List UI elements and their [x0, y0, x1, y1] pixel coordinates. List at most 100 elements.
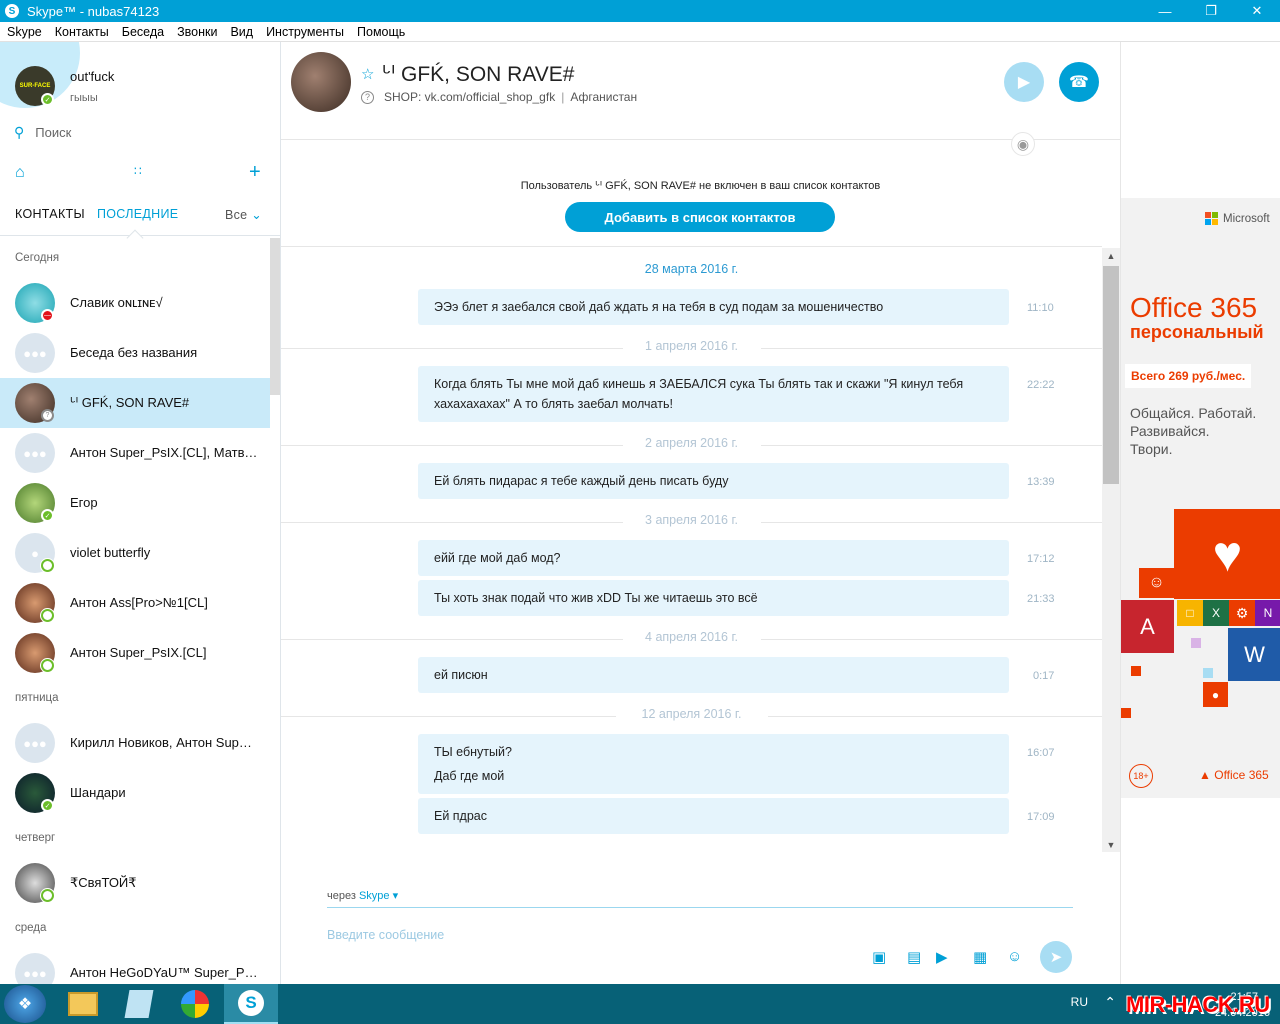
message-bubble[interactable]: Ей блять пидарас я тебе каждый день писа… — [418, 463, 1009, 499]
contact-location: Афганистан — [570, 90, 638, 104]
list-item[interactable]: ✓ Шандари — [0, 768, 270, 818]
tray-chevron-icon[interactable]: ⌃ — [1104, 994, 1116, 1024]
recent-list: Сегодня — Славик ᴏɴʟɪɴᴇ√ ●●● Беседа без … — [0, 238, 270, 984]
list-item[interactable]: ✓ Егор — [0, 478, 270, 528]
start-button[interactable]: ❖ — [4, 985, 46, 1023]
status-offline-icon — [41, 889, 54, 902]
chat-scrollbar[interactable]: ▲ ▼ — [1102, 248, 1120, 852]
status-online-icon: ✓ — [41, 93, 54, 106]
message-bubble[interactable]: Ты хоть знак подай что жив xDD Ты же чит… — [418, 580, 1009, 616]
add-icon[interactable]: + — [249, 161, 261, 184]
menu-view[interactable]: Вид — [230, 25, 253, 39]
message-bubble[interactable]: ейй где мой даб мод? — [418, 540, 1009, 576]
scroll-up-icon[interactable]: ▲ — [1102, 248, 1120, 263]
send-image-icon[interactable]: ▣ — [872, 948, 886, 966]
list-item[interactable]: Антон Super_PsIX.[CL] — [0, 628, 270, 678]
explorer-taskbar-icon[interactable] — [56, 984, 110, 1024]
message-bubble[interactable]: Когда блять Ты мне мой даб кинешь я ЗАЕБ… — [418, 366, 1009, 422]
maximize-button[interactable]: ❐ — [1188, 0, 1234, 22]
scroll-down-icon[interactable]: ▼ — [1102, 837, 1120, 852]
message-bubble[interactable]: Ей пдрас — [418, 798, 1009, 834]
globe-icon[interactable]: ◉ — [1011, 132, 1035, 156]
list-item[interactable]: ₹СвяТОЙ₹ — [0, 858, 270, 908]
list-item[interactable]: ●●● Беседа без названия — [0, 328, 270, 378]
video-call-button[interactable]: ▶︎ — [1004, 62, 1044, 102]
message-input[interactable]: Введите сообщение — [327, 928, 444, 942]
ad-edition: персональный — [1130, 322, 1264, 342]
status-online-icon: ✓ — [41, 799, 54, 812]
message-time: 22:22 — [1027, 379, 1055, 391]
home-icon[interactable]: ⌂ — [15, 164, 25, 182]
message-text: ейй где мой даб мод? — [434, 551, 561, 565]
contact-name: Шандари — [70, 785, 126, 800]
status-online-icon: ✓ — [41, 509, 54, 522]
skype-taskbar-icon[interactable]: S — [224, 984, 278, 1024]
app-taskbar-icon[interactable] — [168, 984, 222, 1024]
message-time: 21:33 — [1027, 593, 1055, 605]
via-selector[interactable]: через Skype ▾ — [327, 889, 398, 902]
filter-dropdown[interactable]: Все ⌄ — [225, 207, 262, 222]
sidebar-scrollbar[interactable] — [270, 238, 280, 395]
onenote-tile-icon: N — [1255, 600, 1280, 626]
send-contact-icon[interactable]: ▦ — [973, 948, 987, 966]
list-item-selected[interactable]: ? ᒡᑊ GFḰ, SON RAVE# — [0, 378, 270, 428]
menu-contacts[interactable]: Контакты — [55, 25, 109, 39]
contact-tabs: КОНТАКТЫ ПОСЛЕДНИЕ Все ⌄ — [0, 202, 280, 247]
list-item[interactable]: ● violet butterfly — [0, 528, 270, 578]
close-button[interactable]: ✕ — [1234, 0, 1280, 22]
section-friday: пятница — [15, 692, 59, 704]
contact-mood: SHOP: vk.com/official_shop_gfk — [384, 90, 556, 104]
send-file-icon[interactable]: ▤ — [907, 948, 921, 966]
status-dnd-icon: — — [41, 309, 54, 322]
message-bubble[interactable]: ей писюн — [418, 657, 1009, 693]
contact-name: Беседа без названия — [70, 345, 198, 360]
minimize-button[interactable]: — — [1142, 0, 1188, 22]
menu-conversation[interactable]: Беседа — [122, 25, 164, 39]
message-bubble[interactable]: ТЫ ебнутый? Даб где мой — [418, 734, 1009, 794]
contact-name: Антон Super_PsIX.[CL] — [70, 645, 207, 660]
profile-mood: гыыы — [70, 92, 98, 104]
list-item[interactable]: ●●● Кирилл Новиков, Антон Supe… — [0, 718, 270, 768]
contact-name: Егор — [70, 495, 98, 510]
list-item[interactable]: ●●● Антон HeGoDYaU™ Super_PsI… — [0, 948, 270, 984]
add-to-contacts-button[interactable]: Добавить в список контактов — [565, 202, 835, 232]
profile-panel[interactable]: SUR-FACE ✓ out'fuck гыыы — [0, 42, 280, 134]
favorite-star-icon[interactable]: ☆ — [361, 65, 374, 83]
not-in-contacts-notice: Пользователь ᒡᑊ GFḰ, SON RAVE# не включе… — [520, 180, 881, 192]
contact-avatar[interactable] — [291, 52, 351, 112]
watermark: MIR-HACK.RU — [1126, 992, 1270, 1017]
date-label: 28 марта 2016 г. — [644, 262, 739, 276]
group-icon: ●●● — [15, 333, 55, 373]
status-offline-icon — [41, 559, 54, 572]
microsoft-logo-icon — [1205, 212, 1218, 225]
menu-tools[interactable]: Инструменты — [266, 25, 344, 39]
scroll-thumb[interactable] — [1103, 266, 1119, 484]
age-rating: 18+ — [1129, 764, 1153, 788]
list-item[interactable]: — Славик ᴏɴʟɪɴᴇ√ — [0, 278, 270, 328]
emoticon-icon[interactable]: ☺ — [1007, 948, 1022, 965]
excel-tile-icon: X — [1203, 600, 1229, 626]
list-item[interactable]: Антон Ass[Pro>№1[CL] — [0, 578, 270, 628]
menu-calls[interactable]: Звонки — [177, 25, 217, 39]
video-message-icon[interactable]: ▶ — [936, 948, 948, 966]
date-label: 3 апреля 2016 г. — [645, 513, 738, 527]
tab-recent[interactable]: ПОСЛЕДНИЕ — [97, 207, 178, 221]
language-indicator[interactable]: RU — [1071, 995, 1088, 1024]
message-bubble[interactable]: ЭЭэ блет я заебался свой даб ждать я на … — [418, 289, 1009, 325]
list-item[interactable]: ●●● Антон Super_PsIX.[CL], Матвей… — [0, 428, 270, 478]
menu-skype[interactable]: Skype — [7, 25, 42, 39]
office-ad[interactable]: Microsoft Office 365 персональный Всего … — [1121, 198, 1280, 798]
tab-contacts[interactable]: КОНТАКТЫ — [15, 207, 85, 221]
search-box[interactable]: ⚲ Поиск — [14, 124, 71, 141]
date-label: 1 апреля 2016 г. — [645, 339, 738, 353]
notepad-taskbar-icon[interactable] — [112, 984, 166, 1024]
voice-call-button[interactable]: ☎ — [1059, 62, 1099, 102]
send-button[interactable]: ➤ — [1040, 941, 1072, 973]
menu-help[interactable]: Помощь — [357, 25, 405, 39]
contact-name: Антон HeGoDYaU™ Super_PsI… — [70, 965, 258, 980]
dialpad-icon[interactable]: ∷ — [134, 164, 142, 178]
skype-window: { "window": {"title": "Skype™ - nubas741… — [0, 0, 1280, 1024]
group-icon: ●●● — [15, 953, 55, 984]
status-unknown-icon: ? — [41, 409, 54, 422]
search-placeholder: Поиск — [35, 125, 72, 140]
